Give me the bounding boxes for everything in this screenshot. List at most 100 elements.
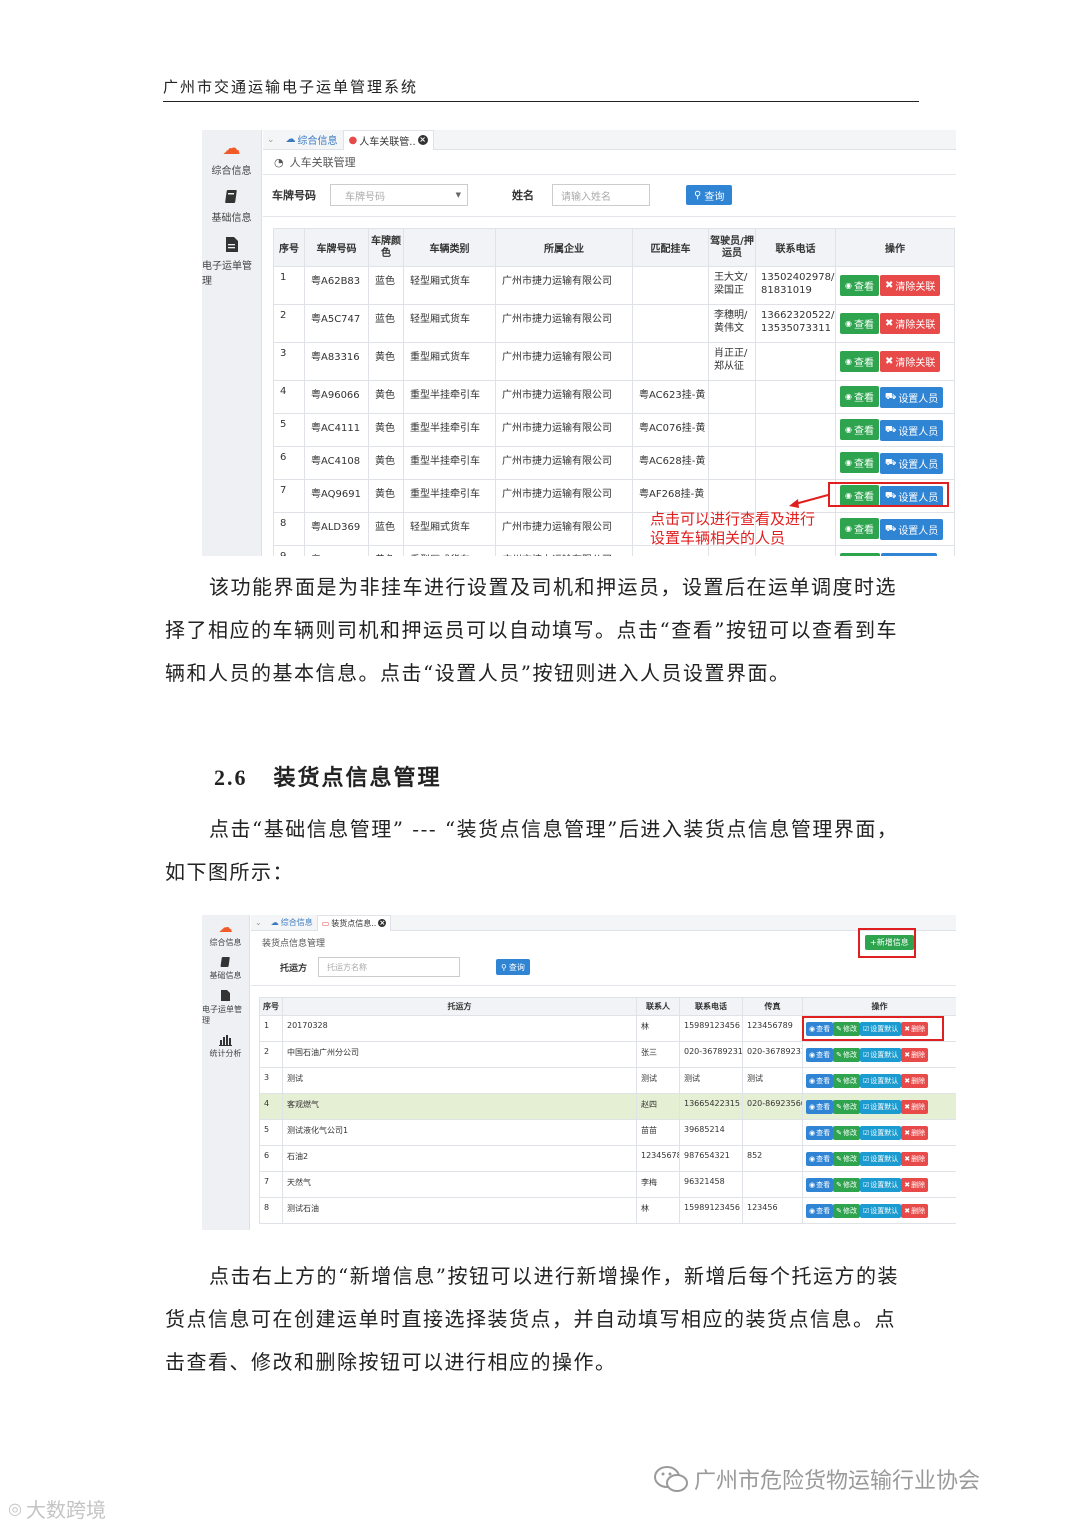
view-button[interactable]: [840, 553, 880, 556]
view-button[interactable]: ◉ 查看: [840, 419, 879, 440]
sidebar-item-waybill[interactable]: 电子运单管理: [202, 236, 261, 287]
set-personnel-button[interactable]: ⛟ 设置人员: [879, 519, 944, 540]
set-default-button[interactable]: ☑ 设置默认: [859, 1151, 902, 1166]
plate-label: 车牌号码: [272, 189, 316, 202]
close-icon[interactable]: ×: [378, 919, 387, 927]
chevron-down-icon[interactable]: ⌄: [255, 918, 262, 927]
set-personnel-button[interactable]: ⛟ 设置人员: [879, 453, 944, 474]
company: 广州市捷力运输有限公司: [495, 413, 633, 447]
view-button[interactable]: ◉ 查看: [806, 1047, 834, 1062]
company: 广州市捷力运输有限公司: [495, 446, 633, 480]
name-input[interactable]: 请输入姓名: [552, 184, 650, 206]
sidebar-item-basic-info[interactable]: 基础信息: [202, 189, 261, 224]
table-row: 7 天然气 李梅 96321458 ◉ 查看 ✎ 修改 ☑ 设置默认 ✖ 删除: [259, 1171, 956, 1198]
chevron-down-icon[interactable]: ⌄: [267, 135, 275, 145]
column-header: 操作: [835, 228, 955, 267]
delete-button[interactable]: ✖ 删除: [901, 1125, 929, 1140]
edit-icon: ✎: [836, 1076, 842, 1085]
wechat-icon: [654, 1466, 688, 1492]
table-row: 2 粤A5C747 蓝色 轻型厢式货车 广州市捷力运输有限公司 李穗明/黄伟文 136623…: [273, 304, 955, 343]
shipper-input[interactable]: 托运方名称: [318, 957, 460, 977]
close-icon[interactable]: ×: [417, 135, 428, 145]
view-button[interactable]: ◉ 查看: [806, 1177, 834, 1192]
view-button[interactable]: ◉ 查看: [840, 386, 879, 407]
tab-vehicle-personnel[interactable]: ● 人车关联管.. ×: [342, 130, 434, 150]
view-button[interactable]: ◉ 查看: [806, 1099, 834, 1114]
sidebar-item-label: 基础信息: [211, 213, 252, 224]
set-personnel-button[interactable]: ⛟ 设置人员: [879, 387, 944, 408]
set-default-button[interactable]: ☑ 设置默认: [859, 1099, 902, 1114]
view-button[interactable]: ◉ 查看: [840, 351, 879, 372]
check-icon: ☑: [862, 1050, 870, 1059]
tab-icon: ▭: [321, 918, 330, 928]
set-default-button[interactable]: ☑ 设置默认: [859, 1125, 902, 1140]
eye-icon: ◉: [809, 1128, 816, 1137]
page-header: 广州市交通运输电子运单管理系统: [163, 76, 919, 102]
view-button[interactable]: ◉ 查看: [840, 313, 879, 334]
fax: 测试: [742, 1067, 803, 1094]
edit-button[interactable]: ✎ 修改: [833, 1125, 860, 1140]
set-default-button[interactable]: ☑ 设置默认: [859, 1047, 902, 1062]
set-default-button[interactable]: ☑ 设置默认: [859, 1177, 902, 1192]
column-header: 车牌号码: [304, 228, 369, 267]
contact-person: 林: [636, 1015, 680, 1042]
edit-button[interactable]: ✎ 修改: [833, 1073, 860, 1088]
sidebar-item-waybill[interactable]: 电子运单管理: [202, 989, 249, 1026]
column-header: 联系人: [636, 997, 680, 1016]
set-default-button[interactable]: ☑ 设置默认: [859, 1203, 902, 1218]
view-button[interactable]: ◉ 查看: [806, 1203, 834, 1218]
sidebar-item-overview[interactable]: ☁ 综合信息: [202, 138, 261, 177]
sidebar-item-label: 综合信息: [209, 938, 242, 947]
plate-select[interactable]: 车牌号码 ▼: [330, 184, 468, 206]
view-button[interactable]: ◉ 查看: [840, 452, 879, 473]
clear-link-button[interactable]: ✖ 清除关联: [879, 313, 941, 334]
clear-link-button[interactable]: ✖ 清除关联: [879, 351, 941, 372]
view-button[interactable]: ◉ 查看: [806, 1151, 834, 1166]
set-personnel-button[interactable]: ⛟ 设置人员: [879, 420, 944, 441]
view-button[interactable]: ◉ 查看: [840, 275, 879, 296]
query-button[interactable]: ⚲ 查询: [496, 959, 530, 975]
tab-overview[interactable]: ☁ 综合信息: [281, 130, 343, 150]
edit-button[interactable]: ✎ 修改: [833, 1177, 860, 1192]
column-header: 序号: [259, 997, 283, 1016]
delete-button[interactable]: ✖ 删除: [901, 1047, 929, 1062]
sidebar-item-overview[interactable]: ☁ 综合信息: [202, 920, 249, 948]
edit-button[interactable]: ✎ 修改: [833, 1151, 860, 1166]
set-default-button[interactable]: ☑ 设置默认: [859, 1073, 902, 1088]
delete-button[interactable]: ✖ 删除: [901, 1203, 929, 1218]
view-button[interactable]: ◉ 查看: [840, 518, 879, 539]
sidebar-item-statistics[interactable]: 统计分析: [202, 1034, 249, 1059]
close-icon: ✖: [904, 1128, 911, 1137]
column-header: 联系电话: [755, 228, 836, 267]
edit-button[interactable]: ✎ 修改: [833, 1047, 860, 1062]
pie-chart-icon: ◔: [274, 155, 284, 169]
eye-icon: ◉: [845, 392, 852, 401]
contact-phone: 15989123456: [679, 1197, 743, 1224]
delete-button[interactable]: ✖ 删除: [901, 1151, 929, 1166]
edit-button[interactable]: ✎ 修改: [833, 1203, 860, 1218]
vehicle-type: 轻型厢式货车: [403, 304, 496, 343]
check-icon: ☑: [862, 1128, 870, 1137]
sidebar: ☁ 综合信息 基础信息 电子运单管理 统计分析: [202, 915, 250, 1230]
breadcrumb: 装货点信息管理: [262, 939, 326, 949]
query-button[interactable]: ⚲ 查询: [686, 185, 733, 205]
row-number: 7: [273, 479, 305, 513]
shipper-name: 测试: [282, 1067, 637, 1094]
view-button[interactable]: ◉ 查看: [806, 1073, 834, 1088]
sidebar-item-basic-info[interactable]: 基础信息: [202, 956, 249, 981]
delete-button[interactable]: ✖ 删除: [901, 1177, 929, 1192]
view-button[interactable]: ◉ 查看: [806, 1125, 834, 1140]
set-personnel-button[interactable]: [881, 553, 937, 556]
highlight-box: [828, 482, 949, 507]
delete-button[interactable]: ✖ 删除: [901, 1073, 929, 1088]
delete-button[interactable]: ✖ 删除: [901, 1099, 929, 1114]
actions: ◉ 查看 ✖ 清除关联: [835, 304, 955, 343]
tab-loading-point[interactable]: ▭ 装货点信息.. ×: [316, 915, 392, 931]
clear-link-button[interactable]: ✖ 清除关联: [879, 275, 941, 296]
trailer: [632, 342, 709, 381]
edit-button[interactable]: ✎ 修改: [833, 1099, 860, 1114]
tab-overview[interactable]: ☁ 综合信息: [267, 915, 317, 931]
company: 广州市捷力运输有限公司: [495, 342, 633, 381]
row-number: 6: [259, 1145, 283, 1172]
eye-icon: ◉: [845, 319, 852, 328]
